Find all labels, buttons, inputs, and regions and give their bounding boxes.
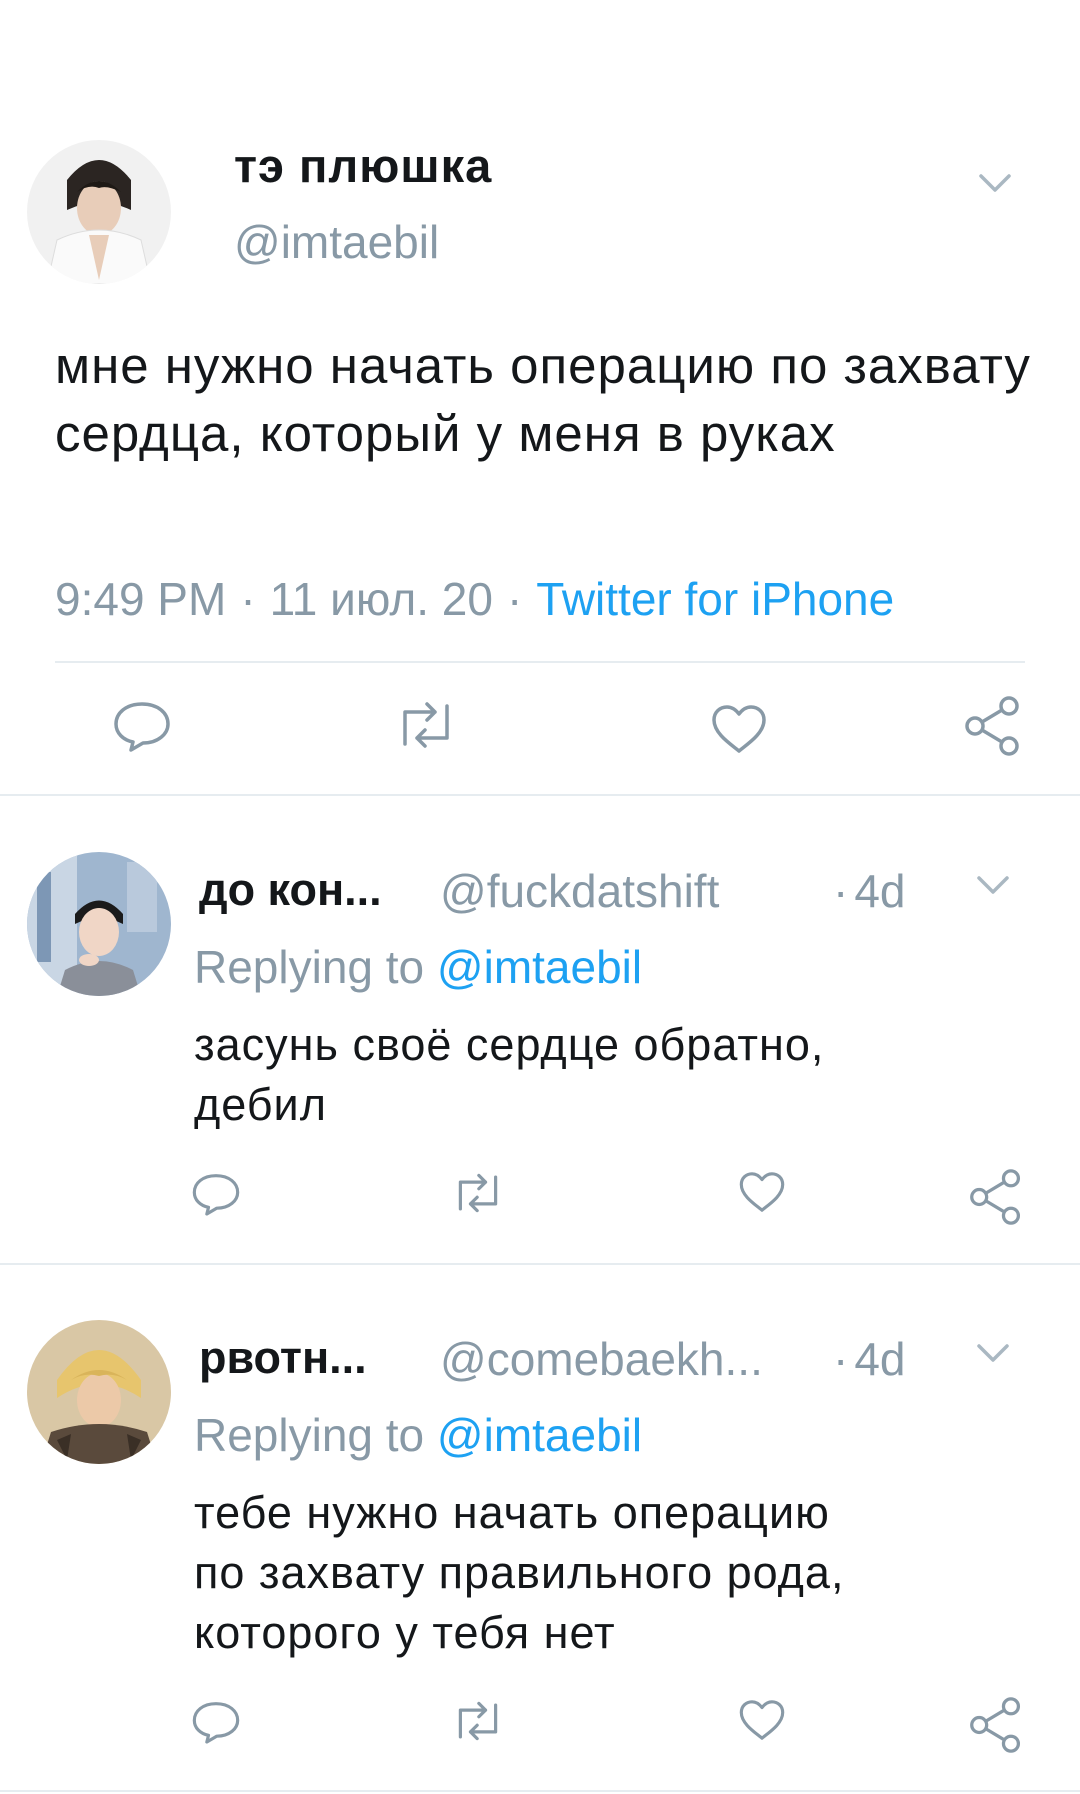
meta-separator: ·	[240, 573, 256, 625]
tweet-metadata: 9:49 PM · 11 июл. 20 · Twitter for iPhone	[55, 572, 894, 626]
divider	[0, 1790, 1080, 1792]
tweet-date: 11 июл. 20	[269, 573, 493, 625]
reply-time-value: 4d	[854, 1333, 906, 1385]
avatar-photo-icon	[27, 1320, 171, 1464]
reply-avatar[interactable]	[27, 1320, 171, 1464]
like-icon[interactable]	[738, 1170, 786, 1214]
reply-text: засунь своё сердце обратно, дебил	[194, 1015, 1014, 1135]
time-separator: ·	[833, 865, 849, 917]
chevron-down-icon[interactable]	[975, 874, 1011, 898]
reply-text-line: дебил	[194, 1079, 327, 1130]
share-icon[interactable]	[968, 1695, 1024, 1755]
reply-author-name[interactable]: до кон...	[199, 864, 382, 916]
chevron-down-icon[interactable]	[975, 1342, 1011, 1366]
main-tweet-author-handle[interactable]: @imtaebil	[234, 215, 439, 269]
replying-to-mention-link[interactable]: @imtaebil	[437, 941, 642, 993]
reply-text-line: засунь своё сердце обратно,	[194, 1019, 825, 1070]
tweet-source-link[interactable]: Twitter for iPhone	[536, 573, 894, 625]
reply-text-line: которого у тебя нет	[194, 1607, 616, 1658]
replying-to-mention-link[interactable]: @imtaebil	[437, 1409, 642, 1461]
reply-time-value: 4d	[854, 865, 906, 917]
divider	[0, 1263, 1080, 1265]
divider	[55, 661, 1025, 663]
replying-to-label: Replying to @imtaebil	[194, 1408, 642, 1462]
retweet-icon[interactable]	[452, 1172, 504, 1214]
reply-text-line: тебе нужно начать операцию	[194, 1487, 830, 1538]
divider	[0, 794, 1080, 796]
main-tweet-author-name[interactable]: тэ плюшка	[234, 138, 492, 193]
share-icon[interactable]	[963, 694, 1023, 758]
replying-to-prefix: Replying to	[194, 941, 437, 993]
avatar-photo-icon	[27, 852, 171, 996]
like-icon[interactable]	[710, 703, 768, 755]
chevron-down-icon[interactable]	[977, 172, 1013, 196]
reply-text-line: по захвату правильного рода,	[194, 1547, 845, 1598]
meta-separator: ·	[506, 573, 523, 625]
main-tweet-avatar[interactable]	[27, 140, 171, 284]
reply-icon[interactable]	[112, 700, 172, 752]
reply-text: тебе нужно начать операцию по захвату пр…	[194, 1483, 1014, 1663]
time-separator: ·	[833, 1333, 849, 1385]
retweet-icon[interactable]	[452, 1700, 504, 1742]
replying-to-prefix: Replying to	[194, 1409, 437, 1461]
avatar-photo-icon	[27, 140, 171, 284]
reply-icon[interactable]	[191, 1700, 241, 1744]
tweet-time: 9:49 PM	[55, 573, 227, 625]
retweet-icon[interactable]	[395, 700, 457, 750]
main-tweet-text: мне нужно начать операцию по захвату сер…	[55, 337, 1031, 462]
reply-avatar[interactable]	[27, 852, 171, 996]
like-icon[interactable]	[738, 1698, 786, 1742]
replying-to-label: Replying to @imtaebil	[194, 940, 642, 994]
reply-author-handle[interactable]: @comebaekh...	[440, 1332, 763, 1386]
reply-timestamp: · 4d	[833, 864, 906, 918]
reply-timestamp: · 4d	[833, 1332, 906, 1386]
reply-icon[interactable]	[191, 1172, 241, 1216]
reply-author-name[interactable]: рвотн...	[199, 1332, 367, 1384]
reply-author-handle[interactable]: @fuckdatshift	[440, 864, 719, 918]
share-icon[interactable]	[968, 1167, 1024, 1227]
